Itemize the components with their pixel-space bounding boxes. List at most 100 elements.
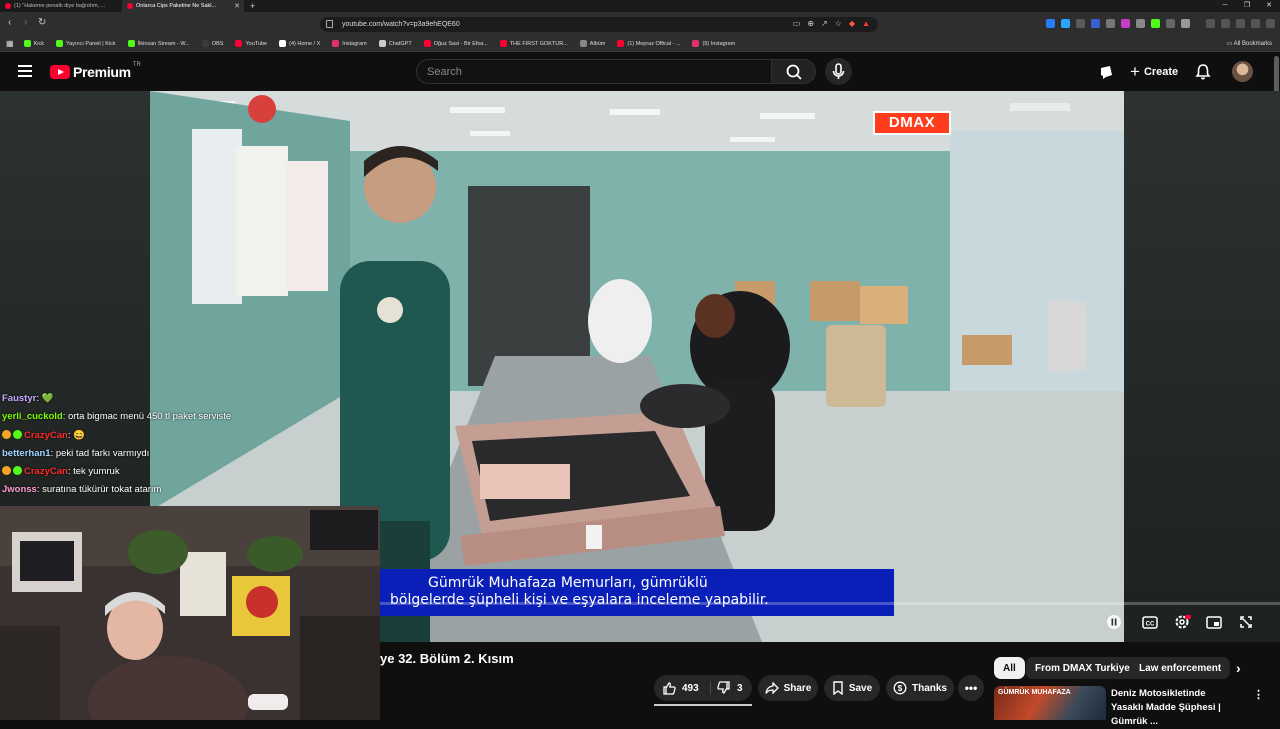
recommended-video-thumbnail[interactable]: GÜMRÜK MUHAFAZA [994, 686, 1106, 720]
extensions-puzzle-icon[interactable] [1266, 19, 1275, 28]
chat-text: peki tad farkı varmıydı [55, 447, 150, 459]
all-bookmarks-button[interactable]: ▭ All Bookmarks [1227, 40, 1272, 47]
caption-line: bölgelerde şüpheli kişi ve eşyalara ince… [390, 592, 769, 608]
youtube-masthead: Premium TR Search + Create [0, 53, 1280, 91]
extension-icon[interactable] [1046, 19, 1055, 28]
svg-text:$: $ [898, 684, 903, 693]
forward-icon[interactable]: › [24, 17, 27, 28]
minimize-icon[interactable]: ─ [1214, 0, 1236, 12]
tab-close-icon[interactable]: ✕ [234, 2, 240, 10]
voice-search-button[interactable] [825, 58, 852, 85]
bookmark-item[interactable]: Yayıncı Paneli | Kick [55, 40, 116, 47]
extension-icon[interactable] [1076, 19, 1085, 28]
gifter-badge-icon [13, 466, 22, 476]
browser-tab[interactable]: (1) "Hakeme penaltı diye bağırdım, ... [0, 0, 122, 12]
pause-button[interactable] [1104, 612, 1124, 632]
bookmark-item[interactable]: İlkinsan Stream - W... [127, 40, 190, 47]
bookmark-item[interactable]: (4) Home / X [279, 40, 320, 47]
like-divider [710, 681, 711, 695]
bookmark-item[interactable]: Kick [23, 40, 44, 47]
bookmark-folder[interactable]: Albüm [579, 40, 605, 47]
youtube-favicon-icon [5, 3, 11, 9]
notifications-bell-icon[interactable] [1195, 63, 1211, 80]
like-button[interactable]: 493 [662, 681, 699, 695]
fullscreen-button[interactable] [1236, 612, 1256, 632]
bookmark-item[interactable]: (1) Mepraz Offical - ... [617, 40, 680, 47]
bookmark-item[interactable]: (9) Instagram [692, 40, 735, 47]
chat-bubble-plus-icon[interactable] [1098, 64, 1114, 80]
search-input[interactable]: Search [416, 59, 772, 84]
webcam-image [0, 506, 380, 720]
close-window-icon[interactable]: ✕ [1258, 0, 1280, 12]
profile-icon[interactable] [1236, 19, 1245, 28]
bookmark-item[interactable]: Oğuz Sasi - Bir Efsa... [423, 40, 488, 47]
cast-icon[interactable]: ▭ [793, 19, 801, 28]
media-icon[interactable] [1206, 19, 1215, 28]
account-avatar[interactable] [1232, 61, 1253, 82]
miniplayer-icon [1206, 615, 1222, 629]
bookmark-favicon-icon [378, 40, 386, 47]
chip-from-channel[interactable]: From DMAX Turkiye [1026, 657, 1139, 679]
bookmark-item[interactable]: OBS [201, 40, 223, 47]
apps-grid-icon[interactable]: ▦ [6, 39, 14, 48]
share-page-icon[interactable]: ↗ [821, 19, 828, 28]
extension-icon[interactable] [1121, 19, 1130, 28]
pause-icon [1107, 615, 1121, 629]
dislike-button[interactable]: 3 [717, 681, 743, 695]
extension-icon[interactable] [1181, 19, 1190, 28]
reading-list-icon[interactable] [1221, 19, 1230, 28]
dislike-count: 3 [737, 682, 743, 694]
extension-icon[interactable] [1136, 19, 1145, 28]
extension-warning-icon[interactable]: ▲ [862, 19, 870, 28]
restore-icon[interactable]: ❐ [1236, 0, 1258, 12]
browser-tab-title: (1) "Hakeme penaltı diye bağırdım, ... [14, 3, 106, 9]
settings-button[interactable] [1172, 612, 1192, 632]
extension-icon[interactable] [1106, 19, 1115, 28]
site-info-icon[interactable] [326, 20, 333, 28]
gifter-badge-icon [13, 429, 22, 439]
more-actions-button[interactable]: ••• [958, 675, 984, 701]
create-button[interactable]: + Create [1124, 62, 1184, 82]
more-vertical-icon[interactable]: ⋮ [1253, 688, 1264, 701]
like-dislike-group: 493 3 [654, 675, 752, 701]
plus-icon: + [1130, 62, 1140, 81]
downloads-icon[interactable] [1251, 19, 1260, 28]
youtube-premium-logo[interactable]: Premium TR [50, 62, 141, 80]
thanks-button[interactable]: $ Thanks [886, 675, 954, 701]
subtitles-button[interactable]: CC [1140, 612, 1160, 632]
star-icon[interactable]: ☆ [835, 19, 842, 28]
reload-icon[interactable]: ↻ [38, 17, 46, 28]
bookmark-item[interactable]: ChatGPT [378, 40, 412, 47]
recommended-video-title[interactable]: Deniz Motosikletinde Yasaklı Madde Şüphe… [1111, 687, 1235, 729]
bookmark-favicon-icon [279, 40, 287, 47]
new-tab-button[interactable]: + [250, 1, 255, 11]
subscriber-badge-icon [2, 429, 11, 439]
chip-law-enforcement[interactable]: Law enforcement [1130, 657, 1231, 679]
save-button[interactable]: Save [824, 675, 880, 701]
extension-shield-icon[interactable]: ◆ [849, 19, 855, 28]
extension-icon[interactable] [1091, 19, 1100, 28]
bookmark-item[interactable]: YouTube [235, 40, 267, 47]
zoom-icon[interactable]: ⊕ [807, 19, 814, 28]
bookmark-label: THE FIRST GOKTUR... [509, 40, 568, 47]
guide-menu-icon[interactable] [18, 65, 32, 77]
progress-bar[interactable] [380, 602, 1280, 605]
address-bar[interactable]: youtube.com/watch?v=p3a9ehEQE60 ▭ ⊕ ↗ ☆ … [320, 17, 878, 32]
miniplayer-button[interactable] [1204, 612, 1224, 632]
browser-tab-active[interactable]: Onlarca Cips Paketine Ne Sakl... ✕ [122, 0, 244, 12]
bookmark-item[interactable]: Instagram [332, 40, 367, 47]
chat-message: CrazyCan: 😄 [2, 427, 302, 445]
dmax-channel-logo: DMAX [873, 111, 951, 135]
chevron-right-icon[interactable]: › [1236, 660, 1241, 676]
share-button[interactable]: Share [758, 675, 818, 701]
extension-icon[interactable] [1061, 19, 1070, 28]
search-button[interactable] [772, 59, 816, 84]
player-blur-right [1124, 91, 1280, 642]
back-icon[interactable]: ‹ [8, 17, 11, 28]
extension-icon[interactable] [1151, 19, 1160, 28]
bookmark-item[interactable]: THE FIRST GOKTUR... [499, 40, 568, 47]
extension-icon[interactable] [1166, 19, 1175, 28]
live-chat-overlay: Faustyr: 💚 yerli_cuckold: orta bigmac me… [2, 390, 302, 500]
chip-all[interactable]: All [994, 657, 1025, 679]
bookmark-favicon-icon [23, 40, 31, 47]
